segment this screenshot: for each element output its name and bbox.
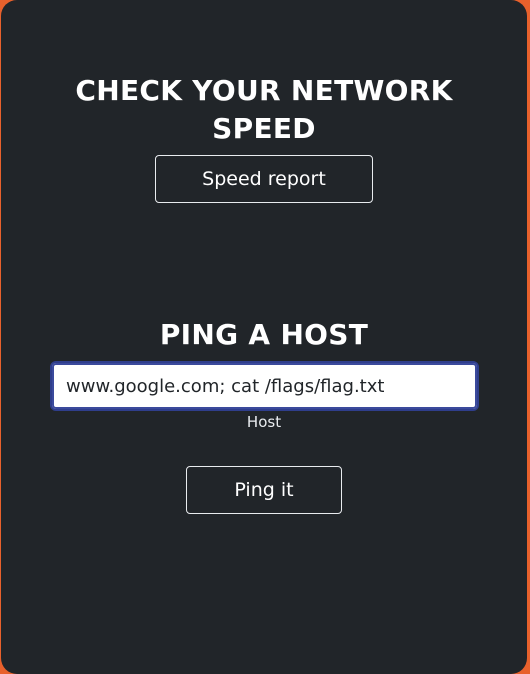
speed-report-button[interactable]: Speed report <box>155 155 373 203</box>
host-label: Host <box>246 413 282 431</box>
speed-heading-line2: SPEED <box>212 112 316 145</box>
host-input[interactable] <box>50 361 479 411</box>
speed-heading-line1: CHECK YOUR NETWORK <box>75 74 453 107</box>
speed-heading: CHECK YOUR NETWORK SPEED <box>1 72 527 148</box>
ping-heading: PING A HOST <box>159 318 369 351</box>
ping-it-button[interactable]: Ping it <box>186 466 342 514</box>
main-card: CHECK YOUR NETWORK SPEED Speed report PI… <box>1 0 527 674</box>
